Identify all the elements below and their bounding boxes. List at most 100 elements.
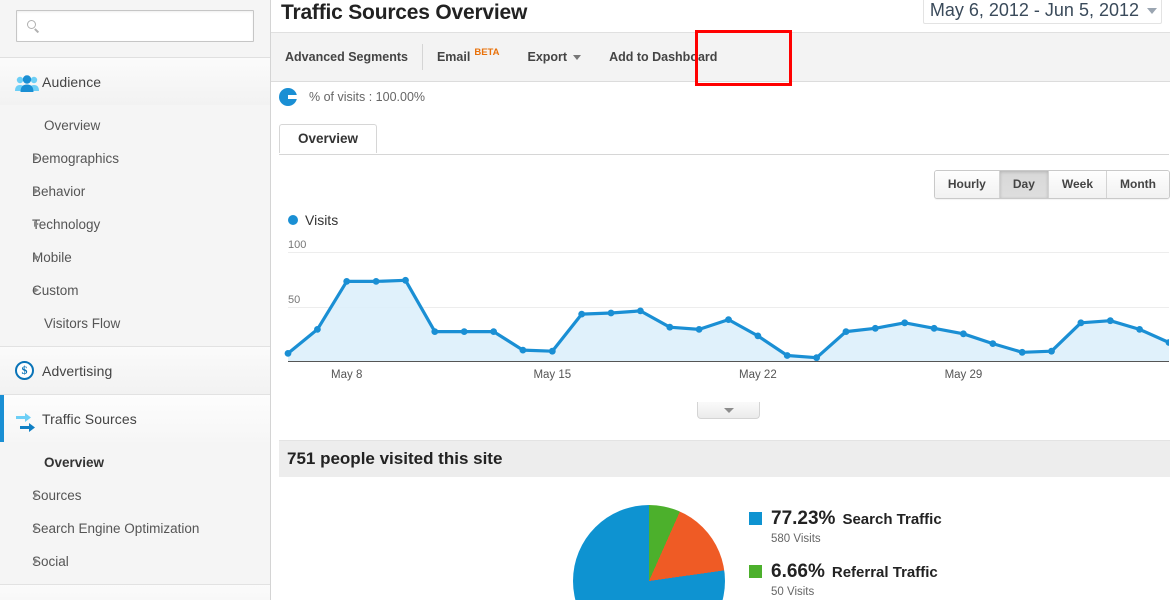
pie-legend-swatch [749, 565, 762, 578]
chart-panel: Hourly Day Week Month Visits 50 100 May 8 May … [279, 156, 1170, 428]
granularity-week-button[interactable]: Week [1048, 171, 1108, 198]
sidebar-subitem-label: Sources [32, 488, 82, 503]
sidebar-item-advertising[interactable]: $ Advertising [0, 347, 270, 394]
pie-legend-visits: 50 Visits [771, 586, 815, 598]
arrows-icon [12, 407, 42, 432]
date-range-label: May 6, 2012 - Jun 5, 2012 [929, 0, 1139, 20]
sidebar-item-traffic-sources[interactable]: Traffic Sources [0, 395, 270, 442]
chevron-down-icon [1147, 7, 1157, 14]
sidebar-subitem-label: Visitors Flow [44, 316, 121, 331]
sidebar-section-traffic-sources: Traffic Sources Overview Sources Search Eng… [0, 395, 270, 585]
sidebar-subitem-label: Search Engine Optimization [32, 521, 200, 536]
pie-legend-item: 6.66% Referral Traffic 50 Visits [749, 561, 942, 598]
sidebar-subitem-social[interactable]: Social [0, 545, 270, 578]
pie-legend-label[interactable]: Search Traffic [842, 511, 941, 528]
pie-chart-icon [279, 88, 297, 106]
sidebar-item-label: Audience [42, 73, 102, 90]
sidebar: Audience Overview Demographics Behavior Tech… [0, 0, 271, 600]
pie-legend-percent: 6.66% [771, 561, 825, 582]
report-tabbar: Overview [279, 124, 1169, 155]
chart-series-visits [284, 276, 1169, 362]
search-icon [27, 20, 36, 29]
traffic-breakdown: 77.23% Search Traffic 580 Visits 6.66% Refer… [279, 495, 1170, 600]
sidebar-subnav-traffic-sources: Overview Sources Search Engine Optimizatio… [0, 442, 270, 584]
sidebar-subitem-label: Technology [32, 217, 101, 232]
sidebar-search-area [0, 0, 270, 58]
sidebar-subitem-label: Behavior [32, 184, 86, 199]
dollar-circle-icon: $ [12, 359, 42, 383]
chart-xtick-label: May 15 [533, 369, 572, 381]
sidebar-subitem-label: Demographics [32, 151, 120, 166]
sidebar-subitem-overview[interactable]: Overview [0, 109, 270, 142]
tab-overview[interactable]: Overview [279, 124, 378, 153]
email-button[interactable]: Email BETA [423, 33, 514, 81]
chevron-right-icon [34, 221, 39, 227]
sidebar-subitem-visitors-flow[interactable]: Visitors Flow [0, 307, 270, 340]
sidebar-item-audience[interactable]: Audience [0, 58, 270, 105]
sidebar-subitem-label: Overview [44, 118, 101, 133]
page-title: Traffic Sources Overview [281, 1, 528, 24]
chart-legend: Visits [288, 212, 338, 228]
email-label: Email [436, 50, 471, 64]
sidebar-section-audience: Audience Overview Demographics Behavior Tech… [0, 58, 270, 347]
sidebar-subitem-sources[interactable]: Sources [0, 479, 270, 512]
chevron-right-icon [34, 558, 39, 564]
beta-badge: BETA [474, 46, 500, 58]
date-range-picker[interactable]: May 6, 2012 - Jun 5, 2012 [922, 0, 1162, 24]
chart-collapse-toggle[interactable] [697, 402, 760, 419]
advanced-segments-button[interactable]: Advanced Segments [271, 33, 422, 81]
summary-bar: 751 people visited this site [279, 440, 1170, 477]
sidebar-section-content: Content [0, 585, 270, 600]
pie-legend-label[interactable]: Referral Traffic [832, 564, 938, 581]
traffic-pie-chart[interactable] [573, 505, 725, 600]
pie-legend-item: 77.23% Search Traffic 580 Visits [749, 508, 942, 545]
sidebar-subitem-overview[interactable]: Overview [0, 446, 270, 479]
legend-label-visits: Visits [305, 212, 339, 228]
sidebar-section-advertising: $ Advertising [0, 347, 270, 395]
sidebar-subitem-technology[interactable]: Technology [0, 208, 270, 241]
add-to-dashboard-button[interactable]: Add to Dashboard [595, 33, 731, 81]
audience-icon [12, 70, 42, 94]
content-icon [12, 597, 42, 600]
sidebar-subitem-custom[interactable]: Custom [0, 274, 270, 307]
granularity-hourly-button[interactable]: Hourly [934, 171, 1000, 198]
sidebar-subitem-demographics[interactable]: Demographics [0, 142, 270, 175]
sidebar-subitem-search-engine-optimization[interactable]: Search Engine Optimization [0, 512, 270, 545]
traffic-pie-legend: 77.23% Search Traffic 580 Visits 6.66% Refer… [749, 508, 942, 600]
summary-headline: 751 people visited this site [287, 449, 503, 468]
main-content: Traffic Sources Overview May 6, 2012 - J… [271, 0, 1170, 600]
granularity-day-button[interactable]: Day [999, 171, 1049, 198]
chevron-down-icon [573, 54, 582, 60]
chevron-right-icon [34, 287, 39, 293]
export-button[interactable]: Export [513, 33, 595, 81]
pie-legend-percent: 77.23% [771, 508, 836, 529]
chevron-right-icon [34, 254, 39, 260]
sidebar-subitem-behavior[interactable]: Behavior [0, 175, 270, 208]
sidebar-item-label: Advertising [42, 362, 113, 379]
sidebar-item-label: Traffic Sources [42, 410, 137, 427]
sidebar-subitem-label: Overview [44, 455, 105, 470]
sidebar-subitem-mobile[interactable]: Mobile [0, 241, 270, 274]
search-input[interactable] [47, 11, 247, 41]
chart-xtick-label: May 22 [739, 369, 777, 381]
analytics-page: Audience Overview Demographics Behavior Tech… [0, 0, 1170, 600]
chevron-right-icon [34, 525, 39, 531]
report-toolbar: Advanced Segments Email BETA Export Add … [271, 32, 1170, 82]
visits-filter-row[interactable]: % of visits : 100.00% [279, 88, 425, 106]
visits-line-chart[interactable]: 50 100 May 8 May 15 May 22 May 29 [279, 234, 1169, 389]
chart-xtick-label: May 8 [331, 369, 363, 381]
chevron-right-icon [34, 155, 39, 161]
visits-filter-label: % of visits : 100.00% [309, 90, 426, 104]
chart-xtick-label: May 29 [944, 369, 983, 381]
sidebar-item-content[interactable]: Content [0, 585, 270, 600]
sidebar-subnav-audience: Overview Demographics Behavior Technology Mo… [0, 105, 270, 346]
chevron-right-icon [34, 492, 39, 498]
granularity-month-button[interactable]: Month [1107, 171, 1169, 198]
granularity-selector: Hourly Day Week Month [933, 170, 1170, 199]
export-label: Export [527, 50, 568, 64]
chevron-right-icon [34, 188, 39, 194]
sidebar-nav: Audience Overview Demographics Behavior Tech… [0, 58, 270, 600]
legend-dot-visits [288, 215, 298, 225]
pie-legend-swatch [749, 512, 762, 525]
search-box[interactable] [16, 10, 254, 42]
